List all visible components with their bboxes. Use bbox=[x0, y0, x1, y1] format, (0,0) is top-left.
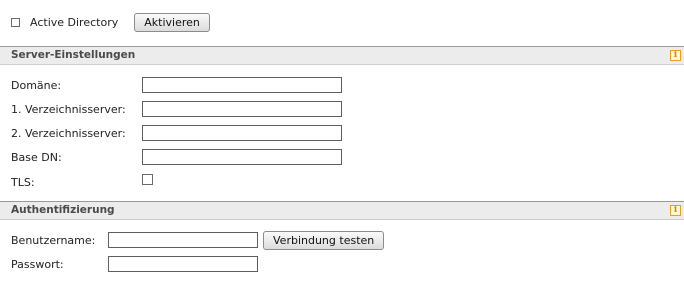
domain-row: Domäne: bbox=[11, 75, 61, 95]
server1-row: 1. Verzeichnisserver: bbox=[11, 99, 126, 119]
domain-input[interactable] bbox=[142, 77, 342, 93]
server-settings-title: Server-Einstellungen bbox=[11, 49, 136, 61]
server-settings-header: Server-Einstellungen i bbox=[0, 46, 684, 65]
activation-row: Active Directory Aktivieren bbox=[0, 10, 210, 34]
password-row: Passwort: bbox=[11, 254, 64, 274]
activate-button[interactable]: Aktivieren bbox=[134, 12, 210, 32]
basedn-input[interactable] bbox=[142, 149, 342, 165]
password-input[interactable] bbox=[108, 256, 258, 272]
authentication-title: Authentifizierung bbox=[11, 204, 115, 216]
active-directory-label: Active Directory bbox=[30, 15, 119, 29]
tls-checkbox[interactable] bbox=[142, 174, 153, 185]
username-label: Benutzername: bbox=[11, 233, 96, 247]
username-row: Benutzername: bbox=[11, 230, 95, 250]
active-directory-checkbox[interactable] bbox=[11, 17, 20, 27]
info-icon[interactable]: i bbox=[670, 50, 681, 61]
test-connection-button[interactable]: Verbindung testen bbox=[263, 231, 385, 250]
server1-input[interactable] bbox=[142, 101, 342, 117]
active-directory-settings-page: Active Directory Aktivieren Server-Einst… bbox=[0, 0, 684, 294]
info-icon[interactable]: i bbox=[670, 205, 681, 216]
basedn-label: Base DN: bbox=[11, 150, 62, 164]
domain-label: Domäne: bbox=[11, 78, 62, 92]
authentication-header: Authentifizierung i bbox=[0, 201, 684, 220]
server2-row: 2. Verzeichnisserver: bbox=[11, 123, 126, 143]
password-label: Passwort: bbox=[11, 257, 64, 271]
basedn-row: Base DN: bbox=[11, 147, 62, 167]
server2-input[interactable] bbox=[142, 125, 342, 141]
tls-label: TLS: bbox=[11, 175, 35, 189]
username-input[interactable] bbox=[108, 232, 258, 248]
server1-label: 1. Verzeichnisserver: bbox=[11, 102, 126, 116]
server2-label: 2. Verzeichnisserver: bbox=[11, 126, 126, 140]
tls-row: TLS: bbox=[11, 172, 35, 192]
